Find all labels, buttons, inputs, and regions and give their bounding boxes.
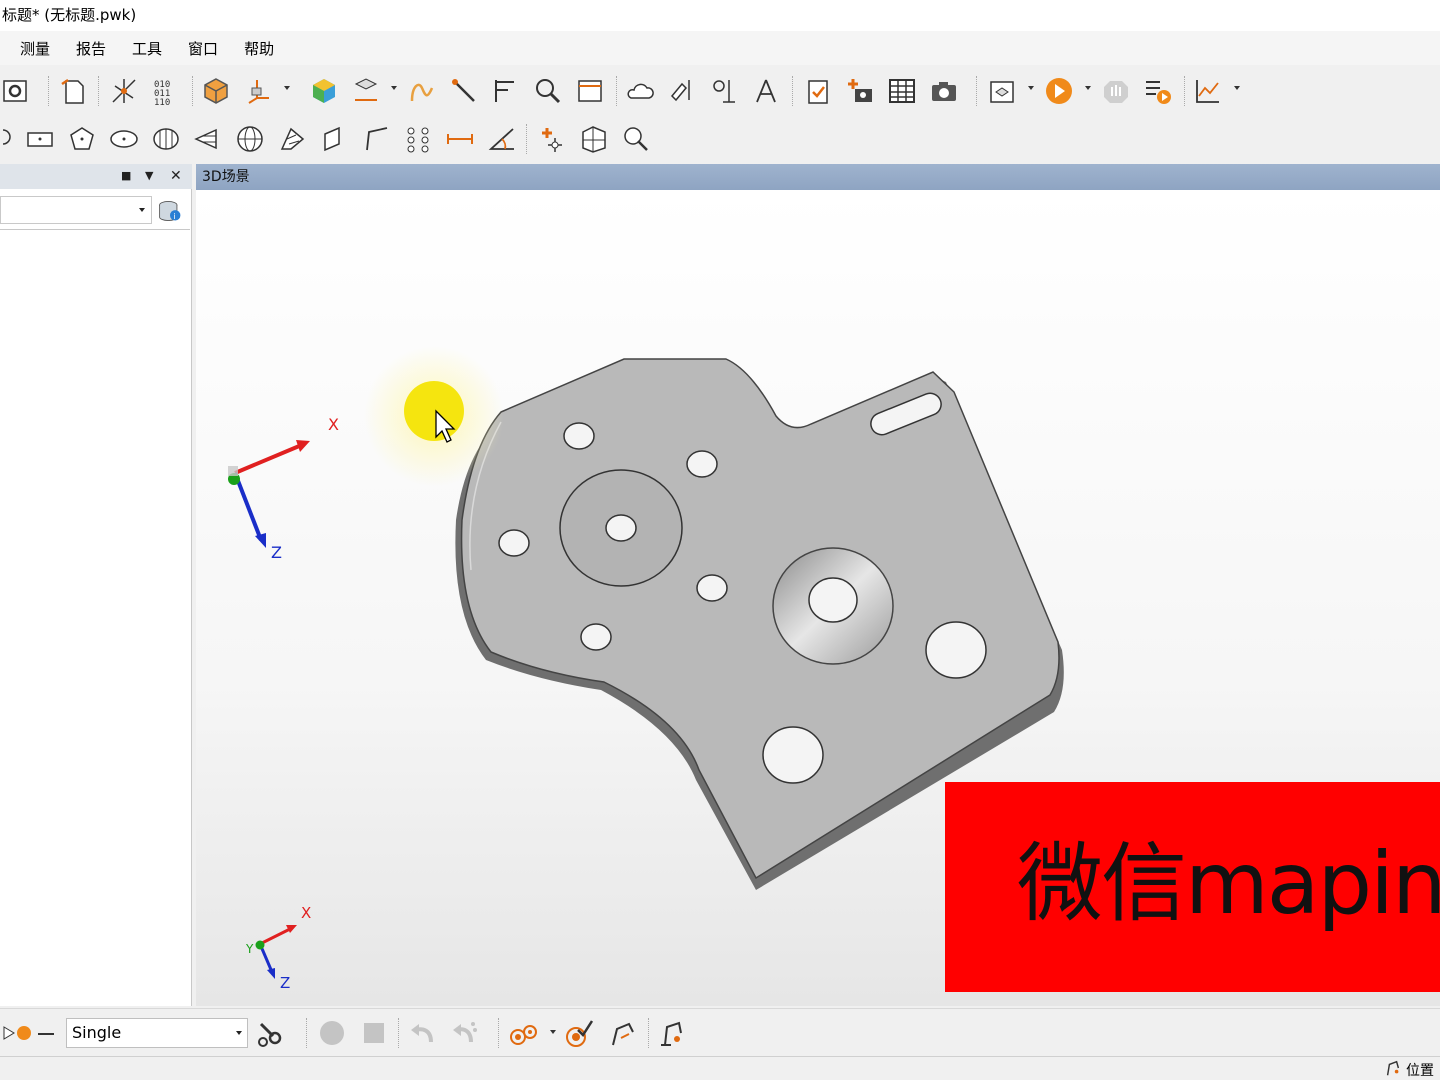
toolbar-features xyxy=(0,116,1440,162)
coordinate-triad xyxy=(228,440,310,548)
scene-tab[interactable]: 3D场景 xyxy=(196,164,1440,190)
probe-mode-icon[interactable] xyxy=(2,1019,58,1047)
caliper-icon[interactable] xyxy=(490,75,522,107)
watermark-text: 微信maping xyxy=(1017,834,1440,934)
menu-tools[interactable]: 工具 xyxy=(132,38,162,59)
menu-bar: 测量 报告 工具 窗口 帮助 xyxy=(0,31,1440,65)
side-panel: ■ ▼ ✕ xyxy=(0,164,192,1006)
menu-report[interactable]: 报告 xyxy=(76,38,106,59)
sphere-feature-icon[interactable] xyxy=(234,123,266,155)
play-sequence-icon[interactable] xyxy=(1043,75,1075,107)
point-set-icon[interactable] xyxy=(402,123,434,155)
curve-feature-icon[interactable] xyxy=(406,75,438,107)
mini-axis-y-label: Y xyxy=(246,942,254,956)
angle-icon[interactable] xyxy=(486,123,518,155)
axis-z-label: Z xyxy=(271,543,282,562)
mesh-compare-icon[interactable] xyxy=(350,75,382,107)
binary-data-icon[interactable]: 010 011 110 xyxy=(150,75,182,107)
target-check-icon[interactable] xyxy=(563,1017,595,1049)
plane-feature-icon[interactable] xyxy=(318,123,350,155)
line-feature-icon[interactable] xyxy=(360,123,392,155)
surface-color-cube-icon[interactable] xyxy=(308,75,340,107)
checklist-icon[interactable] xyxy=(802,75,834,107)
menu-measure[interactable]: 测量 xyxy=(20,38,50,59)
probe-line-icon[interactable] xyxy=(448,75,480,107)
undo-all-icon[interactable] xyxy=(448,1017,480,1049)
compass-angle-icon[interactable] xyxy=(750,75,782,107)
database-info-icon[interactable]: i xyxy=(156,197,184,225)
rectangle-feature-icon[interactable] xyxy=(24,123,56,155)
polygon-feature-icon[interactable] xyxy=(66,123,98,155)
probe-settings-icon[interactable] xyxy=(254,1017,286,1049)
status-bar: 位置 xyxy=(0,1056,1440,1080)
arm-positions-icon[interactable] xyxy=(606,1017,638,1049)
position-indicator[interactable]: 位置 xyxy=(1384,1059,1434,1080)
close-icon[interactable]: ✕ xyxy=(170,167,182,185)
svg-text:i: i xyxy=(173,212,175,221)
construct-point-icon[interactable] xyxy=(536,123,568,155)
pin-icon[interactable]: ■ xyxy=(121,167,131,185)
cad-cube-icon[interactable] xyxy=(200,75,232,107)
cylinder-feature-icon[interactable] xyxy=(150,123,182,155)
panel-divider xyxy=(0,229,190,230)
export-report-icon[interactable] xyxy=(986,75,1018,107)
window-title: 标题* (无标题.pwk) xyxy=(0,0,1440,31)
chevron-down-icon xyxy=(236,1031,242,1035)
side-panel-header: ■ ▼ ✕ xyxy=(0,164,192,189)
arm-position-icon xyxy=(1384,1059,1402,1080)
svg-text:110: 110 xyxy=(154,98,170,106)
menu-help[interactable]: 帮助 xyxy=(244,38,274,59)
bottom-toolbar: Single xyxy=(0,1008,1440,1056)
balloon-feature-icon[interactable] xyxy=(0,123,20,155)
add-snapshot-icon[interactable] xyxy=(844,75,876,107)
acquisition-mode-select[interactable]: Single xyxy=(66,1018,248,1048)
mini-coordinate-triad xyxy=(255,925,297,979)
watermark-overlay: 微信maping xyxy=(945,782,1440,992)
mini-axis-x-label: X xyxy=(301,904,312,922)
cloud-measure-icon[interactable] xyxy=(624,75,656,107)
grid-table-icon[interactable] xyxy=(574,75,606,107)
camera-icon[interactable] xyxy=(928,75,960,107)
target-points-icon[interactable] xyxy=(508,1017,540,1049)
align-axes-icon[interactable] xyxy=(242,75,274,107)
mini-axis-z-label: Z xyxy=(280,974,291,992)
sequence-list-icon[interactable] xyxy=(1142,75,1174,107)
axis-x-label: X xyxy=(328,415,339,434)
chevron-down-icon xyxy=(139,208,145,212)
torus-feature-icon[interactable] xyxy=(276,123,308,155)
record-icon[interactable] xyxy=(316,1017,348,1049)
inspect-zoom-icon[interactable] xyxy=(532,75,564,107)
distance-icon[interactable] xyxy=(444,123,476,155)
cone-feature-icon[interactable] xyxy=(192,123,224,155)
section-tool-icon[interactable] xyxy=(708,75,740,107)
panel-filter-select[interactable] xyxy=(0,196,152,224)
acquisition-mode-value: Single xyxy=(72,1023,122,1042)
ellipse-feature-icon[interactable] xyxy=(108,123,140,155)
grid-features-icon[interactable] xyxy=(578,123,610,155)
toolbar-main: 010 011 110 xyxy=(0,68,1440,114)
chart-graph-icon[interactable] xyxy=(1192,75,1224,107)
table-report-icon[interactable] xyxy=(886,75,918,107)
panel-menu-icon[interactable]: ▼ xyxy=(145,167,153,185)
menu-window[interactable]: 窗口 xyxy=(188,38,218,59)
settings-gear-icon[interactable] xyxy=(0,75,32,107)
sensor-probe-icon[interactable] xyxy=(620,123,652,155)
mouse-cursor-icon xyxy=(364,346,504,486)
stop-icon[interactable] xyxy=(358,1017,390,1049)
position-label: 位置 xyxy=(1406,1063,1434,1079)
stop-hand-icon[interactable] xyxy=(1100,75,1132,107)
arm-device-icon[interactable] xyxy=(656,1017,688,1049)
gauge-tool-icon[interactable] xyxy=(666,75,698,107)
undo-point-icon[interactable] xyxy=(406,1017,438,1049)
point-cloud-icon[interactable] xyxy=(108,75,140,107)
new-document-icon[interactable] xyxy=(58,75,90,107)
